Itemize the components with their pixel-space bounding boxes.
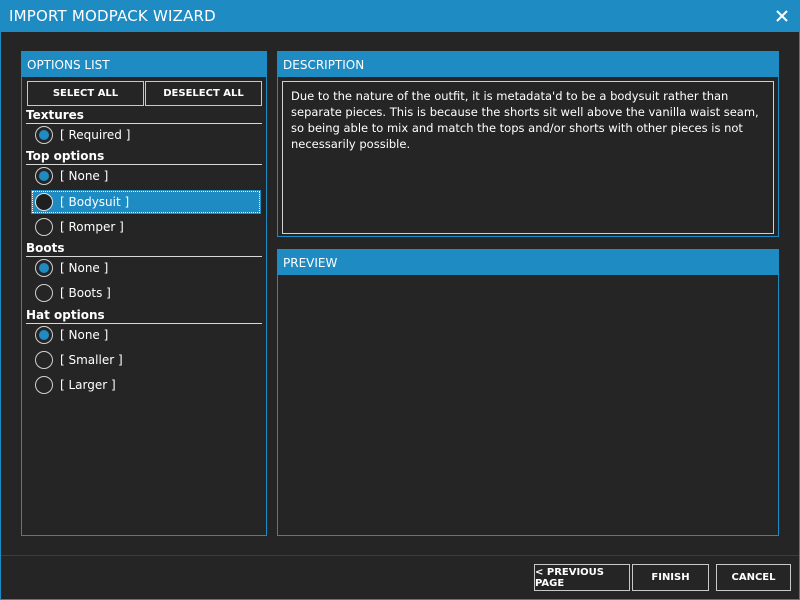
- options-list-header: OPTIONS LIST: [22, 52, 266, 77]
- option-label: [ Romper ]: [60, 220, 124, 234]
- option-label: [ Boots ]: [60, 286, 111, 300]
- option-hat-larger[interactable]: [ Larger ]: [31, 373, 261, 397]
- deselect-all-button[interactable]: DESELECT ALL: [145, 81, 262, 106]
- footer-divider: [1, 555, 799, 556]
- option-label: [ Smaller ]: [60, 353, 123, 367]
- option-label: [ None ]: [60, 169, 109, 183]
- close-icon: [776, 10, 788, 22]
- group-header-top-options: Top options: [26, 149, 262, 165]
- option-label: [ None ]: [60, 328, 109, 342]
- close-button[interactable]: [770, 4, 794, 28]
- option-top-romper[interactable]: [ Romper ]: [31, 215, 261, 239]
- group-header-boots: Boots: [26, 241, 262, 257]
- cancel-button[interactable]: CANCEL: [716, 564, 791, 591]
- radio-button[interactable]: [35, 259, 53, 277]
- description-header: DESCRIPTION: [278, 52, 778, 77]
- option-label: [ Required ]: [60, 128, 131, 142]
- option-textures-required[interactable]: [ Required ]: [31, 123, 261, 147]
- select-all-button[interactable]: SELECT ALL: [27, 81, 144, 106]
- option-boots-boots[interactable]: [ Boots ]: [31, 281, 261, 305]
- description-panel: DESCRIPTION Due to the nature of the out…: [277, 51, 779, 237]
- option-label: [ Bodysuit ]: [60, 195, 130, 209]
- option-label: [ Larger ]: [60, 378, 116, 392]
- group-header-textures: Textures: [26, 108, 262, 124]
- radio-button[interactable]: [35, 167, 53, 185]
- window-title: IMPORT MODPACK WIZARD: [9, 7, 216, 25]
- preview-area: [278, 275, 778, 535]
- wizard-body: OPTIONS LIST SELECT ALL DESELECT ALL Tex…: [1, 32, 799, 599]
- title-bar: IMPORT MODPACK WIZARD: [0, 0, 800, 32]
- radio-button[interactable]: [35, 376, 53, 394]
- option-hat-smaller[interactable]: [ Smaller ]: [31, 348, 261, 372]
- radio-button[interactable]: [35, 351, 53, 369]
- description-text[interactable]: Due to the nature of the outfit, it is m…: [282, 81, 774, 234]
- options-list-panel: OPTIONS LIST SELECT ALL DESELECT ALL Tex…: [21, 51, 267, 536]
- option-label: [ None ]: [60, 261, 109, 275]
- finish-button[interactable]: FINISH: [632, 564, 709, 591]
- radio-button[interactable]: [35, 126, 53, 144]
- option-boots-none[interactable]: [ None ]: [31, 256, 261, 280]
- preview-panel: PREVIEW: [277, 249, 779, 536]
- radio-button[interactable]: [35, 218, 53, 236]
- previous-page-button[interactable]: < PREVIOUS PAGE: [534, 564, 630, 591]
- group-header-hat-options: Hat options: [26, 308, 262, 324]
- radio-button[interactable]: [35, 193, 53, 211]
- option-top-none[interactable]: [ None ]: [31, 164, 261, 188]
- option-hat-none[interactable]: [ None ]: [31, 323, 261, 347]
- preview-header: PREVIEW: [278, 250, 778, 275]
- option-top-bodysuit[interactable]: [ Bodysuit ]: [31, 190, 261, 214]
- radio-button[interactable]: [35, 284, 53, 302]
- radio-button[interactable]: [35, 326, 53, 344]
